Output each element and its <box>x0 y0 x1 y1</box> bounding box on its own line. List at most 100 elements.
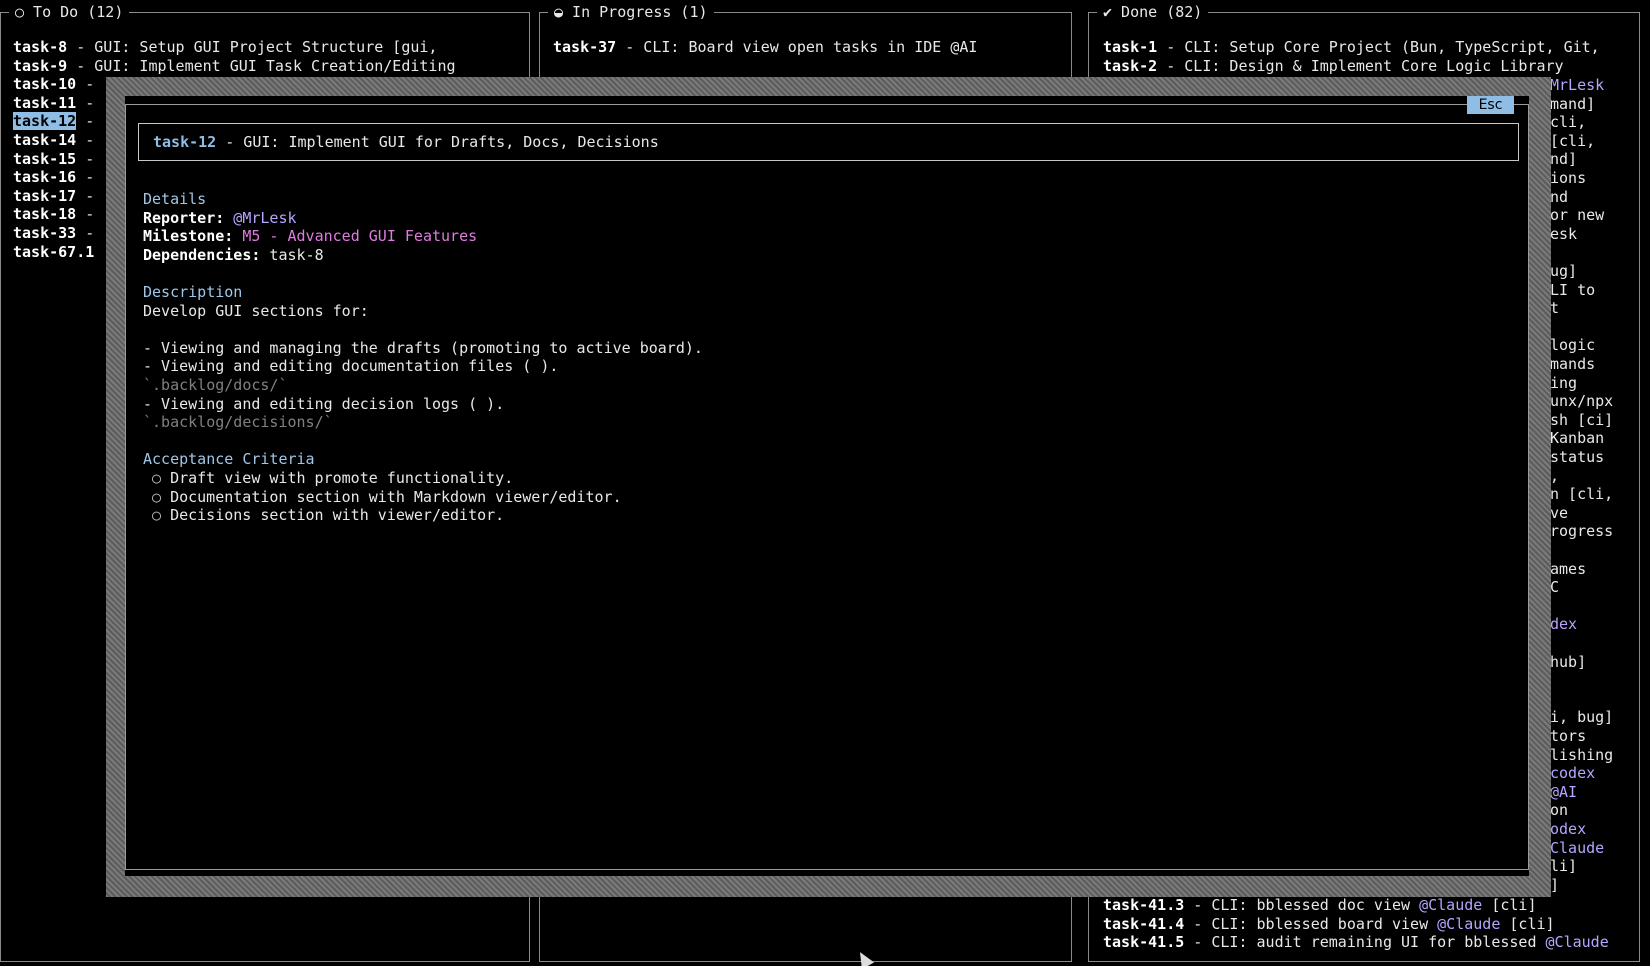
task-id: task-41.3 <box>1103 896 1185 914</box>
column-todo-title: ○ To Do (12) <box>9 1 130 23</box>
column-in-progress-title: ◒ In Progress (1) <box>548 1 714 23</box>
done-task-fragment: tors <box>1550 727 1587 745</box>
todo-task-row[interactable]: task-8 - GUI: Setup GUI Project Structur… <box>13 38 437 57</box>
task-id: task-37 <box>553 38 617 56</box>
todo-task-row[interactable]: task-33 - <box>13 224 94 243</box>
task-title: - GUI: Setup GUI Project Structure [gui, <box>67 38 438 56</box>
done-task-fragment: cli, <box>1550 113 1587 132</box>
done-task-fragment: LI to <box>1550 280 1596 299</box>
done-task-fragment: , <box>1550 466 1560 485</box>
done-task-fragment: t <box>1550 299 1560 318</box>
task-title: - <box>76 186 95 205</box>
done-task-fragment: i, bug] <box>1550 708 1614 727</box>
task-id: task-33 <box>13 224 77 242</box>
done-task-fragment: C <box>1550 578 1560 597</box>
done-task-fragment: ve <box>1550 503 1569 522</box>
description-line: - Viewing and editing documentation file… <box>143 357 559 376</box>
done-task-row[interactable]: task-41.5 - CLI: audit remaining UI for … <box>1103 933 1609 952</box>
done-task-fragment: Kanban <box>1550 429 1605 448</box>
done-task-fragment: nd] <box>1550 150 1578 169</box>
task-assignee: @Claude <box>1437 914 1501 933</box>
task-title: - <box>76 93 95 112</box>
dependencies-label: Dependencies: <box>143 245 261 264</box>
done-task-fragment: logic <box>1550 336 1596 355</box>
task-id: task-2 <box>1103 56 1158 75</box>
done-task-row[interactable]: task-41.3 - CLI: bblessed doc view @Clau… <box>1103 896 1537 915</box>
task-title: - <box>76 112 95 131</box>
column-done-title: ✔ Done (82) <box>1097 1 1209 23</box>
task-id: task-41.5 <box>1103 933 1185 952</box>
done-task-fragment: status <box>1550 448 1605 466</box>
task-assignee: @Claude <box>1419 896 1483 914</box>
task-title: - CLI: audit remaining UI for bblessed <box>1184 933 1546 952</box>
done-task-row[interactable]: task-2 - CLI: Design & Implement Core Lo… <box>1103 57 1564 76</box>
description-heading: Description <box>143 283 243 301</box>
todo-task-row[interactable]: task-67.1 <box>13 243 94 262</box>
done-task-fragment: lishing <box>1550 745 1614 764</box>
acceptance-criterion[interactable]: ○ Decisions section with viewer/editor. <box>152 506 504 525</box>
done-task-fragment: ing <box>1550 373 1578 392</box>
todo-task-row[interactable]: task-11 - <box>13 94 94 113</box>
task-id: task-16 <box>13 168 77 187</box>
task-title: - <box>76 75 95 94</box>
done-task-fragment: [cli, <box>1550 131 1596 150</box>
acceptance-heading: Acceptance Criteria <box>143 450 315 469</box>
task-title: - CLI: Design & Implement Core Logic Lib… <box>1157 56 1564 75</box>
done-task-fragment: odex <box>1550 820 1587 838</box>
task-title: - GUI: Implement GUI Task Creation/Editi… <box>67 56 456 75</box>
details-heading: Details <box>143 190 207 208</box>
done-task-fragment: mands <box>1550 355 1596 373</box>
done-task-fragment: unx/npx <box>1550 392 1614 411</box>
task-id: task-12 <box>13 112 77 131</box>
task-labels: [cli] <box>1500 914 1555 933</box>
done-task-row[interactable]: task-1 - CLI: Setup Core Project (Bun, T… <box>1103 38 1600 57</box>
todo-task-row[interactable]: task-16 - <box>13 168 94 187</box>
done-task-fragment: ions <box>1550 169 1587 187</box>
task-id: task-14 <box>13 131 77 149</box>
reporter-row: Reporter: @MrLesk <box>143 209 297 228</box>
acceptance-criterion[interactable]: ○ Documentation section with Markdown vi… <box>152 488 622 507</box>
reporter-label: Reporter: <box>143 208 225 227</box>
modal-title: task-12 - GUI: Implement GUI for Drafts,… <box>153 133 659 151</box>
description-line: `.backlog/decisions/` <box>143 413 333 432</box>
done-task-row[interactable]: task-41.4 - CLI: bblessed board view @Cl… <box>1103 915 1555 934</box>
done-task-fragment: nd <box>1550 187 1569 206</box>
done-task-fragment: on <box>1550 801 1569 820</box>
task-id: task-15 <box>13 149 77 168</box>
todo-task-row[interactable]: task-18 - <box>13 205 94 224</box>
task-id: task-11 <box>13 93 77 112</box>
done-task-fragment: sh [ci] <box>1550 410 1614 429</box>
checkbox-circle-icon: ○ <box>152 506 162 525</box>
done-task-fragment: MrLesk <box>1550 76 1605 94</box>
done-task-fragment: ] <box>1550 875 1560 894</box>
todo-task-row[interactable]: task-14 - <box>13 131 94 150</box>
todo-task-row[interactable]: task-9 - GUI: Implement GUI Task Creatio… <box>13 57 456 76</box>
todo-task-row[interactable]: task-12 - <box>13 112 94 131</box>
modal-title-box: task-12 - GUI: Implement GUI for Drafts,… <box>138 123 1519 161</box>
task-id: task-41.4 <box>1103 914 1185 933</box>
task-id: task-9 <box>13 56 68 75</box>
task-id: task-10 <box>13 75 77 94</box>
task-title: - CLI: Board view open tasks in IDE @AI <box>616 38 978 56</box>
checkbox-circle-icon: ○ <box>152 469 162 487</box>
task-title: - <box>76 149 95 168</box>
done-task-fragment: ug] <box>1550 262 1578 280</box>
task-id: task-67.1 <box>13 242 95 261</box>
milestone-label: Milestone: <box>143 227 234 246</box>
acceptance-criterion[interactable]: ○ Draft view with promote functionality. <box>152 469 513 488</box>
esc-close-button[interactable]: Esc <box>1467 96 1514 114</box>
todo-task-row[interactable]: task-17 - <box>13 187 94 206</box>
task-assignee: @Claude <box>1545 933 1609 952</box>
task-title: - CLI: Setup Core Project (Bun, TypeScri… <box>1157 38 1600 56</box>
task-id: task-8 <box>13 38 68 56</box>
done-task-fragment: n [cli, <box>1550 485 1614 504</box>
task-id: task-17 <box>13 186 77 205</box>
task-title: - <box>76 168 95 187</box>
modal-task-title: - GUI: Implement GUI for Drafts, Docs, D… <box>216 133 659 151</box>
checkbox-circle-icon: ○ <box>152 487 162 506</box>
todo-task-row[interactable]: task-10 - <box>13 75 94 94</box>
description-line: Develop GUI sections for: <box>143 301 369 320</box>
done-task-fragment: dex <box>1550 615 1578 634</box>
todo-task-row[interactable]: task-15 - <box>13 150 94 169</box>
progress-task-row[interactable]: task-37 - CLI: Board view open tasks in … <box>553 38 977 57</box>
